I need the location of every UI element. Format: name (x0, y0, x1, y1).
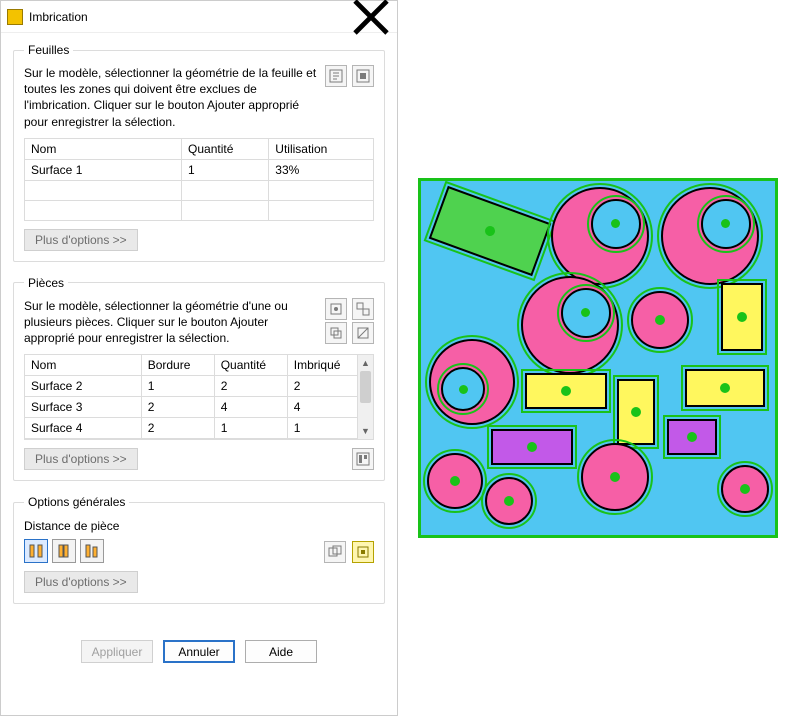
part-pink-circle (485, 477, 533, 525)
title-bar: Imbrication (1, 1, 397, 33)
table-row[interactable]: Surface 2 1 2 2 (25, 376, 357, 397)
sheets-help-text: Sur le modèle, sélectionner la géométrie… (24, 65, 319, 130)
help-button[interactable]: Aide (245, 640, 317, 663)
part-pink-circle (631, 291, 689, 349)
parts-table[interactable]: Nom Bordure Quantité Imbriqué Surface 2 … (25, 355, 357, 439)
col-name: Nom (25, 138, 182, 159)
add-exclusion-button[interactable] (352, 65, 374, 87)
sheets-more-button[interactable]: Plus d'options >> (24, 229, 138, 251)
col-name: Nom (25, 355, 141, 376)
duplicate-icon (329, 326, 343, 340)
orient-highlight-button[interactable] (352, 541, 374, 563)
app-icon (7, 9, 23, 25)
col-use: Utilisation (269, 138, 374, 159)
table-header-row: Nom Bordure Quantité Imbriqué (25, 355, 357, 376)
part-yellow-rect (525, 373, 607, 409)
part-green-rect (428, 186, 551, 276)
parts-more-button[interactable]: Plus d'options >> (24, 448, 138, 470)
table-row[interactable] (25, 200, 374, 220)
table-header-row: Nom Quantité Utilisation (25, 138, 374, 159)
part-pink-circle (427, 453, 483, 509)
add-part-button[interactable] (325, 298, 347, 320)
sheets-legend: Feuilles (24, 43, 73, 57)
table-row[interactable]: Surface 4 2 1 1 (25, 418, 357, 439)
col-border: Bordure (141, 355, 214, 376)
spacing-mode-toggle (24, 539, 104, 563)
add-sheet-button[interactable] (325, 65, 347, 87)
orient-copy-button[interactable] (324, 541, 346, 563)
general-legend: Options générales (24, 495, 129, 509)
remove-part-icon (356, 326, 370, 340)
general-options-group: Options générales Distance de pièce (13, 495, 385, 604)
apply-button[interactable]: Appliquer (81, 640, 153, 663)
sheets-table[interactable]: Nom Quantité Utilisation Surface 1 1 33% (24, 138, 374, 221)
table-row[interactable]: Surface 3 2 4 4 (25, 397, 357, 418)
parts-legend: Pièces (24, 276, 68, 290)
table-row[interactable] (25, 180, 374, 200)
nesting-preview (398, 0, 797, 716)
part-yellow-rect (685, 369, 765, 407)
add-parts-group-icon (356, 302, 370, 316)
scroll-up-icon[interactable]: ▲ (358, 355, 373, 371)
spacing-mode-custom[interactable] (80, 539, 104, 563)
spacing-custom-icon (84, 543, 100, 559)
part-purple-rect (667, 419, 717, 455)
part-donut (429, 339, 515, 425)
remove-part-button[interactable] (352, 322, 374, 344)
col-qty: Quantité (182, 138, 269, 159)
add-part-icon (329, 302, 343, 316)
part-donut (521, 276, 619, 374)
table-row[interactable]: Surface 1 1 33% (25, 159, 374, 180)
spacing-mode-tight[interactable] (52, 539, 76, 563)
spacing-mode-uniform[interactable] (24, 539, 48, 563)
duplicate-part-button[interactable] (325, 322, 347, 344)
spacing-tight-icon (56, 543, 72, 559)
preview-icon (356, 452, 370, 466)
part-pink-circle (721, 465, 769, 513)
add-sheet-icon (329, 69, 343, 83)
col-nested: Imbriqué (287, 355, 357, 376)
parts-help-text: Sur le modèle, sélectionner la géométrie… (24, 298, 319, 347)
scroll-thumb[interactable] (360, 371, 371, 402)
window-title: Imbrication (29, 10, 351, 24)
general-more-button[interactable]: Plus d'options >> (24, 571, 138, 593)
close-button[interactable] (351, 3, 391, 31)
nesting-dialog: Imbrication Feuilles Sur le modèle, séle… (0, 0, 398, 716)
parts-group: Pièces Sur le modèle, sélectionner la gé… (13, 276, 385, 482)
close-icon (351, 0, 391, 37)
add-exclusion-icon (356, 69, 370, 83)
parts-scrollbar[interactable]: ▲ ▼ (357, 355, 373, 439)
cancel-button[interactable]: Annuler (163, 640, 235, 663)
sheets-group: Feuilles Sur le modèle, sélectionner la … (13, 43, 385, 262)
col-qty: Quantité (214, 355, 287, 376)
parts-table-wrap: Nom Bordure Quantité Imbriqué Surface 2 … (24, 354, 374, 440)
add-parts-group-button[interactable] (352, 298, 374, 320)
dialog-button-row: Appliquer Annuler Aide (1, 630, 397, 677)
preview-parts-button[interactable] (352, 448, 374, 470)
scroll-down-icon[interactable]: ▼ (358, 423, 373, 439)
part-purple-rect (491, 429, 573, 465)
distance-label: Distance de pièce (24, 519, 374, 533)
part-yellow-rect (617, 379, 655, 445)
part-donut (551, 187, 649, 285)
part-yellow-rect (721, 283, 763, 351)
part-pink-circle (581, 443, 649, 511)
nesting-sheet (418, 178, 778, 538)
orient-copy-icon (328, 545, 342, 559)
orient-highlight-icon (356, 545, 370, 559)
part-donut (661, 187, 759, 285)
spacing-uniform-icon (28, 543, 44, 559)
